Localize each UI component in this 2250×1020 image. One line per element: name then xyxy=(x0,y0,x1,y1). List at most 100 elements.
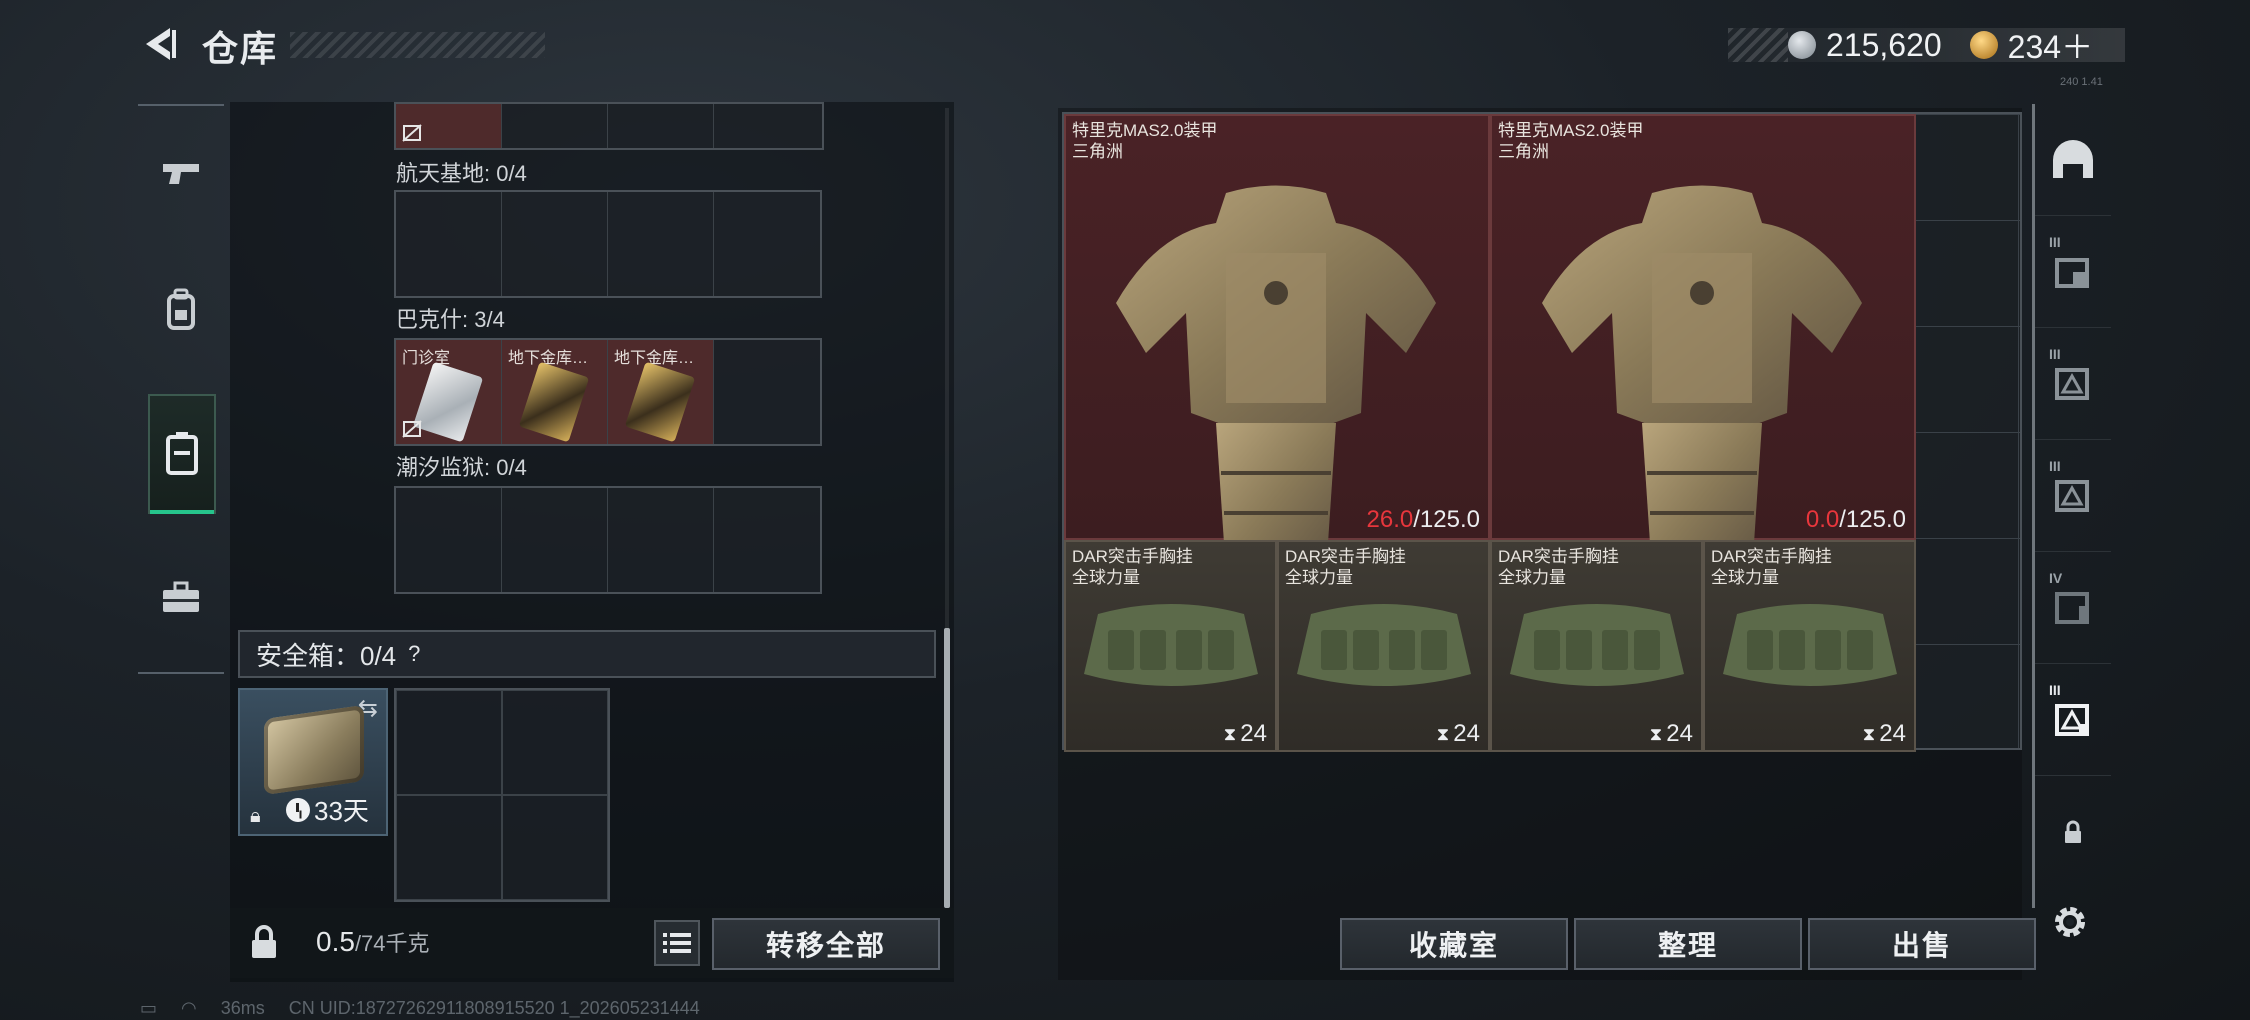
wifi-icon: ◠ xyxy=(181,998,197,1018)
stash-item-chest-rig[interactable]: DAR突击手胸挂 全球力量 ⧗ 24 xyxy=(1277,540,1490,752)
case-tier3d-icon xyxy=(2055,703,2089,736)
safe-case-image xyxy=(264,704,364,796)
padlock-icon xyxy=(252,925,276,958)
item-source: 全球力量 xyxy=(1711,568,1779,587)
weapon-tab[interactable] xyxy=(138,114,224,234)
section-label-bakhsh: 巴克什: 3/4 xyxy=(396,307,505,332)
item-name: DAR突击手胸挂 xyxy=(1285,547,1406,566)
container-tab[interactable] xyxy=(148,394,216,514)
container-icon xyxy=(166,432,198,475)
item-name: DAR突击手胸挂 xyxy=(1498,547,1619,566)
keycard-image xyxy=(412,361,484,443)
safebox-header: 安全箱：0/4 ? xyxy=(238,630,936,678)
ping: 36ms xyxy=(220,998,265,1018)
empty-slot[interactable] xyxy=(502,104,608,148)
rail-item-tier4[interactable]: IV xyxy=(2035,552,2111,664)
item-name: DAR突击手胸挂 xyxy=(1711,547,1832,566)
keycard-vault-1[interactable]: 地下金库… xyxy=(502,340,608,444)
settings-button[interactable] xyxy=(2046,898,2094,946)
keycard-image xyxy=(518,361,590,443)
chest-rig-image xyxy=(1297,604,1471,686)
keycard-slots-tide-prison xyxy=(394,486,822,594)
stash-page-rail: III III III IV III xyxy=(2032,104,2111,908)
list-view-button[interactable] xyxy=(654,920,700,966)
rail-item-locked[interactable] xyxy=(2035,776,2111,888)
stash-item-chest-rig[interactable]: DAR突击手胸挂 全球力量 ⧗ 24 xyxy=(1703,540,1916,752)
item-name: DAR突击手胸挂 xyxy=(1072,547,1193,566)
empty-slot[interactable] xyxy=(714,192,820,296)
keycard-slots-bakhsh: 门诊室 地下金库… 地下金库… xyxy=(394,338,822,446)
uid: CN UID:18727262911808915520 1_2026052314… xyxy=(288,998,700,1018)
rail-item-tier3-a[interactable]: III xyxy=(2035,216,2111,328)
backpack-tab[interactable] xyxy=(138,250,224,370)
rail-item-helmet[interactable] xyxy=(2035,104,2111,216)
lock-icon xyxy=(2065,820,2081,843)
gold-amount[interactable]: 234＋ xyxy=(2008,22,2093,68)
stash-item-chest-rig[interactable]: DAR突击手胸挂 全球力量 ⧗ 24 xyxy=(1490,540,1703,752)
keycard-slot[interactable] xyxy=(396,104,502,148)
sort-button[interactable]: 整理 xyxy=(1574,918,1802,970)
empty-slot[interactable] xyxy=(502,795,608,900)
rail-item-tier3-c[interactable]: III xyxy=(2035,440,2111,552)
keycard-label: 地下金库… xyxy=(508,350,589,367)
count-value: 24 xyxy=(1666,720,1693,747)
left-nav xyxy=(138,104,224,674)
stack-icon: ⧗ xyxy=(1436,723,1450,744)
stash-item-chest-rig[interactable]: DAR突击手胸挂 全球力量 ⧗ 24 xyxy=(1064,540,1277,752)
weight-lock-button[interactable] xyxy=(242,920,286,964)
status-bar: ▭ ◠ 36ms CN UID:18727262911808915520 1_2… xyxy=(140,998,700,1019)
lock-icon: 🔒︎ xyxy=(250,805,261,827)
toolbox-tab[interactable] xyxy=(138,538,224,658)
empty-slot[interactable] xyxy=(714,488,820,592)
weight-value: 0.5 xyxy=(316,926,355,957)
help-icon[interactable]: ? xyxy=(408,641,420,667)
empty-slot[interactable] xyxy=(714,104,820,148)
empty-slot[interactable] xyxy=(396,795,502,900)
keycard-clinic[interactable]: 门诊室 xyxy=(396,340,502,444)
stash-item-armor[interactable]: 特里克MAS2.0装甲 三角洲 26.0/125.0 xyxy=(1064,114,1490,573)
safebox-label: 安全箱：0/4 xyxy=(256,640,397,671)
stash-item-armor[interactable]: 特里克MAS2.0装甲 三角洲 0.0/125.0 xyxy=(1490,114,1916,573)
safebox-slots xyxy=(394,688,610,902)
version-label: 240 1.41 xyxy=(2060,76,2103,88)
rail-item-tier3-b[interactable]: III xyxy=(2035,328,2111,440)
keycard-slots-aerospace xyxy=(394,190,822,298)
empty-slot[interactable] xyxy=(396,690,502,795)
keycard-vault-2[interactable]: 地下金库… xyxy=(608,340,714,444)
scroll-thumb[interactable] xyxy=(944,628,950,908)
empty-slot[interactable] xyxy=(396,192,502,296)
count-value: 24 xyxy=(1453,720,1480,747)
gold-coin-icon xyxy=(1969,31,1998,59)
rail-item-tier3-d-active[interactable]: III xyxy=(2035,664,2111,776)
helmet-icon xyxy=(2053,139,2093,178)
empty-slot[interactable] xyxy=(502,690,608,795)
transfer-all-button[interactable]: 转移全部 xyxy=(712,918,940,970)
toolbox-icon xyxy=(163,581,199,612)
case-tier4-icon xyxy=(2055,591,2089,624)
empty-slot[interactable] xyxy=(502,488,608,592)
item-source: 全球力量 xyxy=(1285,568,1353,587)
durability-current: 0.0 xyxy=(1805,506,1840,533)
chest-rig-image xyxy=(1084,604,1258,686)
empty-slot[interactable] xyxy=(714,340,820,444)
count-value: 24 xyxy=(1879,720,1906,747)
empty-slot[interactable] xyxy=(502,192,608,296)
durability-current: 26.0 xyxy=(1366,506,1414,533)
safebox-case[interactable]: ⇆ 🔒︎ 33天 xyxy=(238,688,388,836)
currency-bar: 215,620 234＋ xyxy=(1728,27,2125,65)
title-decoration xyxy=(290,32,545,58)
tier-label: III xyxy=(2049,234,2061,250)
silver-coin-icon xyxy=(1788,31,1816,59)
gear-icon xyxy=(2055,907,2085,937)
count-value: 24 xyxy=(1240,720,1267,747)
empty-slot[interactable] xyxy=(396,488,502,592)
no-trade-icon xyxy=(402,124,422,142)
empty-slot[interactable] xyxy=(608,488,714,592)
sell-button[interactable]: 出售 xyxy=(1808,918,2036,970)
section-label-tide-prison: 潮汐监狱: 0/4 xyxy=(396,455,527,480)
empty-slot[interactable] xyxy=(608,192,714,296)
durability-max: /125.0 xyxy=(1839,506,1906,533)
collection-room-button[interactable]: 收藏室 xyxy=(1340,918,1568,970)
back-button[interactable] xyxy=(138,22,182,66)
empty-slot[interactable] xyxy=(608,104,714,148)
